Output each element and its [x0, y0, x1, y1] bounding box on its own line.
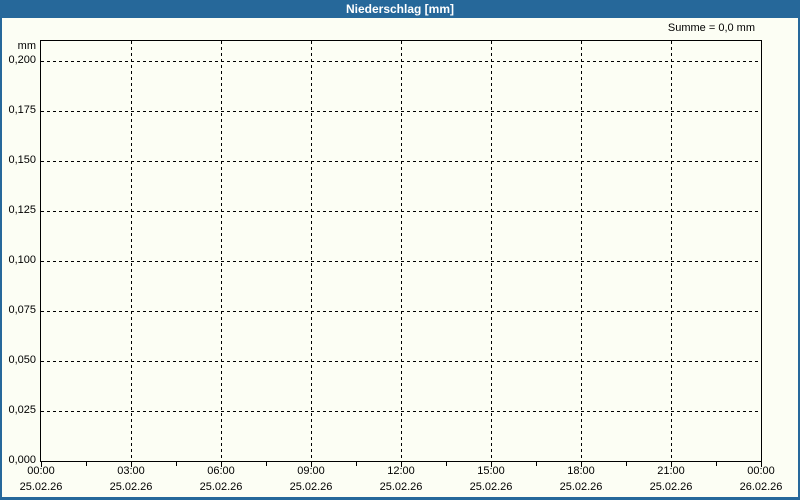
- x-tick-date: 25.02.26: [109, 481, 153, 493]
- x-tick-time: 09:00: [297, 465, 325, 477]
- v-gridline: [491, 41, 492, 461]
- y-tick-label: 0,075: [8, 304, 36, 316]
- x-tick-time: 12:00: [387, 465, 415, 477]
- x-tick-date: 25.02.26: [379, 481, 423, 493]
- x-tick-date: 25.02.26: [289, 481, 333, 493]
- x-tick-date: 25.02.26: [559, 481, 603, 493]
- y-axis-unit-label: mm: [17, 40, 36, 52]
- x-tick-mark: [266, 462, 267, 466]
- x-tick-date: 25.02.26: [649, 481, 693, 493]
- y-tick-label: 0,100: [8, 254, 36, 266]
- v-gridline: [221, 41, 222, 461]
- x-tick-mark: [446, 462, 447, 466]
- y-tick-label: 0,200: [8, 54, 36, 66]
- x-tick-time: 00:00: [27, 465, 55, 477]
- x-tick-time: 00:00: [747, 465, 775, 477]
- x-tick-mark: [86, 462, 87, 466]
- x-tick-time: 06:00: [207, 465, 235, 477]
- v-gridline: [131, 41, 132, 461]
- y-tick-label: 0,150: [8, 154, 36, 166]
- x-tick-time: 03:00: [117, 465, 145, 477]
- window-titlebar: Niederschlag [mm]: [0, 0, 800, 18]
- x-tick-mark: [356, 462, 357, 466]
- chart-window: Niederschlag [mm] Summe = 0,0 mm mm 0,20…: [0, 0, 800, 500]
- x-tick-time: 15:00: [477, 465, 505, 477]
- v-gridline: [311, 41, 312, 461]
- x-tick-time: 18:00: [567, 465, 595, 477]
- x-tick-date: 25.02.26: [19, 481, 63, 493]
- x-tick-mark: [626, 462, 627, 466]
- page-title: Niederschlag [mm]: [345, 2, 455, 16]
- y-tick-label: 0,125: [8, 204, 36, 216]
- plot-area: [40, 40, 762, 462]
- sum-readout: Summe = 0,0 mm: [667, 22, 755, 34]
- v-gridline: [671, 41, 672, 461]
- x-tick-date: 25.02.26: [199, 481, 243, 493]
- y-tick-label: 0,025: [8, 404, 36, 416]
- x-tick-date: 26.02.26: [739, 481, 783, 493]
- x-tick-date: 25.02.26: [469, 481, 513, 493]
- y-tick-label: 0,175: [8, 104, 36, 116]
- x-tick-mark: [536, 462, 537, 466]
- v-gridline: [401, 41, 402, 461]
- x-tick-mark: [716, 462, 717, 466]
- x-tick-time: 21:00: [657, 465, 685, 477]
- y-tick-label: 0,050: [8, 354, 36, 366]
- x-tick-mark: [176, 462, 177, 466]
- v-gridline: [581, 41, 582, 461]
